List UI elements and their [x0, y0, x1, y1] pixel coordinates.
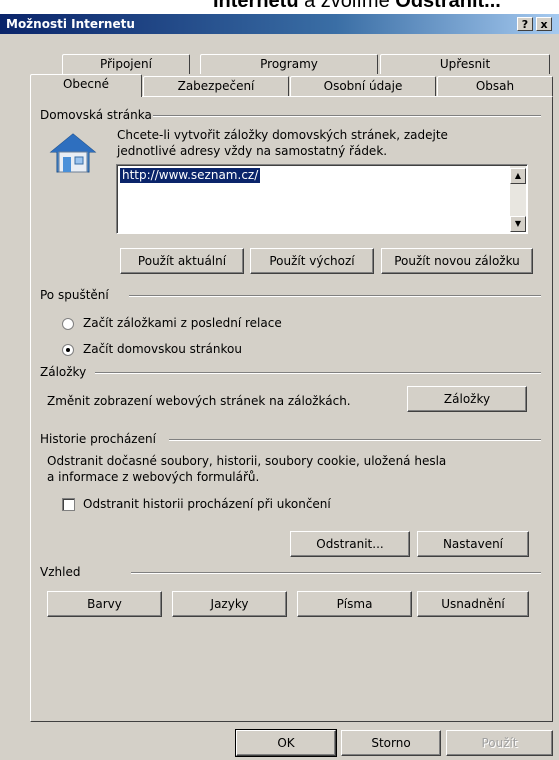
tabs-group-line	[95, 372, 541, 374]
fonts-button[interactable]: Písma	[297, 591, 412, 617]
use-new-tab-button[interactable]: Použít novou záložku	[381, 248, 533, 274]
tabs-description: Změnit zobrazení webových stránek na zál…	[47, 394, 351, 408]
delete-on-exit-checkbox[interactable]	[62, 498, 75, 511]
startup-option1-label[interactable]: Začít záložkami z poslední relace	[83, 316, 282, 330]
textarea-scrollbar[interactable]: ▲ ▼	[510, 166, 526, 232]
ok-button[interactable]: OK	[235, 729, 337, 757]
window-title: Možnosti Internetu	[6, 17, 135, 31]
home-icon	[49, 133, 97, 173]
history-description-line2: a informace z webových formulářů.	[47, 470, 260, 484]
startup-option1-radio[interactable]	[62, 318, 74, 330]
scroll-up-icon[interactable]: ▲	[510, 168, 526, 184]
tab-pripojeni[interactable]: Připojení	[62, 54, 190, 74]
accessibility-button[interactable]: Usnadnění	[417, 591, 529, 617]
home-description-line1: Chcete-li vytvořit záložky domovských st…	[117, 128, 448, 142]
tab-obsah[interactable]: Obsah	[437, 76, 553, 96]
history-description-line1: Odstranit dočasné soubory, historii, sou…	[47, 454, 447, 468]
tab-obecne[interactable]: Obecné	[30, 74, 142, 97]
title-bar: Možnosti Internetu ? x	[0, 14, 559, 34]
colors-button[interactable]: Barvy	[47, 591, 162, 617]
tab-osobni-udaje[interactable]: Osobní údaje	[290, 76, 436, 96]
startup-group-label: Po spuštění	[40, 288, 109, 302]
home-url-value: http://www.seznam.cz/	[120, 168, 261, 183]
home-group-line	[153, 115, 541, 117]
home-url-textarea[interactable]: http://www.seznam.cz/ ▲ ▼	[116, 164, 528, 234]
startup-option2-label[interactable]: Začít domovskou stránkou	[83, 342, 242, 356]
tab-zabezpeceni[interactable]: Zabezpečení	[143, 76, 289, 96]
home-group-label: Domovská stránka	[40, 108, 152, 122]
caption-middle: a zvolíme	[298, 0, 396, 12]
delete-history-button[interactable]: Odstranit...	[290, 531, 410, 557]
use-default-button[interactable]: Použít výchozí	[250, 248, 374, 274]
scroll-down-icon[interactable]: ▼	[510, 216, 526, 232]
internet-options-window: Možnosti Internetu ? x Připojení Program…	[0, 14, 559, 760]
caption-suffix: Odstranit...	[395, 0, 501, 12]
delete-on-exit-label[interactable]: Odstranit historii procházení při ukonče…	[83, 497, 331, 511]
home-description-line2: jednotlivé adresy vždy na samostatný řád…	[117, 144, 388, 158]
history-settings-button[interactable]: Nastavení	[417, 531, 529, 557]
use-current-button[interactable]: Použít aktuální	[120, 248, 244, 274]
appearance-group-line	[131, 572, 541, 574]
tabs-group-label: Záložky	[40, 365, 87, 379]
cancel-button[interactable]: Storno	[341, 730, 441, 756]
startup-option2-radio[interactable]	[62, 344, 74, 356]
close-button[interactable]: x	[536, 17, 552, 31]
radio-selected-dot	[66, 348, 70, 352]
apply-button[interactable]: Použít	[446, 730, 553, 756]
appearance-group-label: Vzhled	[40, 565, 81, 579]
tabs-settings-button[interactable]: Záložky	[407, 386, 527, 412]
languages-button[interactable]: Jazyky	[172, 591, 287, 617]
startup-group-line	[129, 295, 541, 297]
tab-panel-obecne: Domovská stránka Chcete-li vytvořit zálo…	[30, 96, 553, 722]
history-group-label: Historie procházení	[40, 432, 156, 446]
tab-upresnit[interactable]: Upřesnit	[380, 54, 550, 74]
history-group-line	[169, 439, 541, 441]
help-button[interactable]: ?	[517, 17, 533, 31]
tab-programy[interactable]: Programy	[200, 54, 378, 74]
caption-prefix: Internetu	[213, 0, 299, 12]
